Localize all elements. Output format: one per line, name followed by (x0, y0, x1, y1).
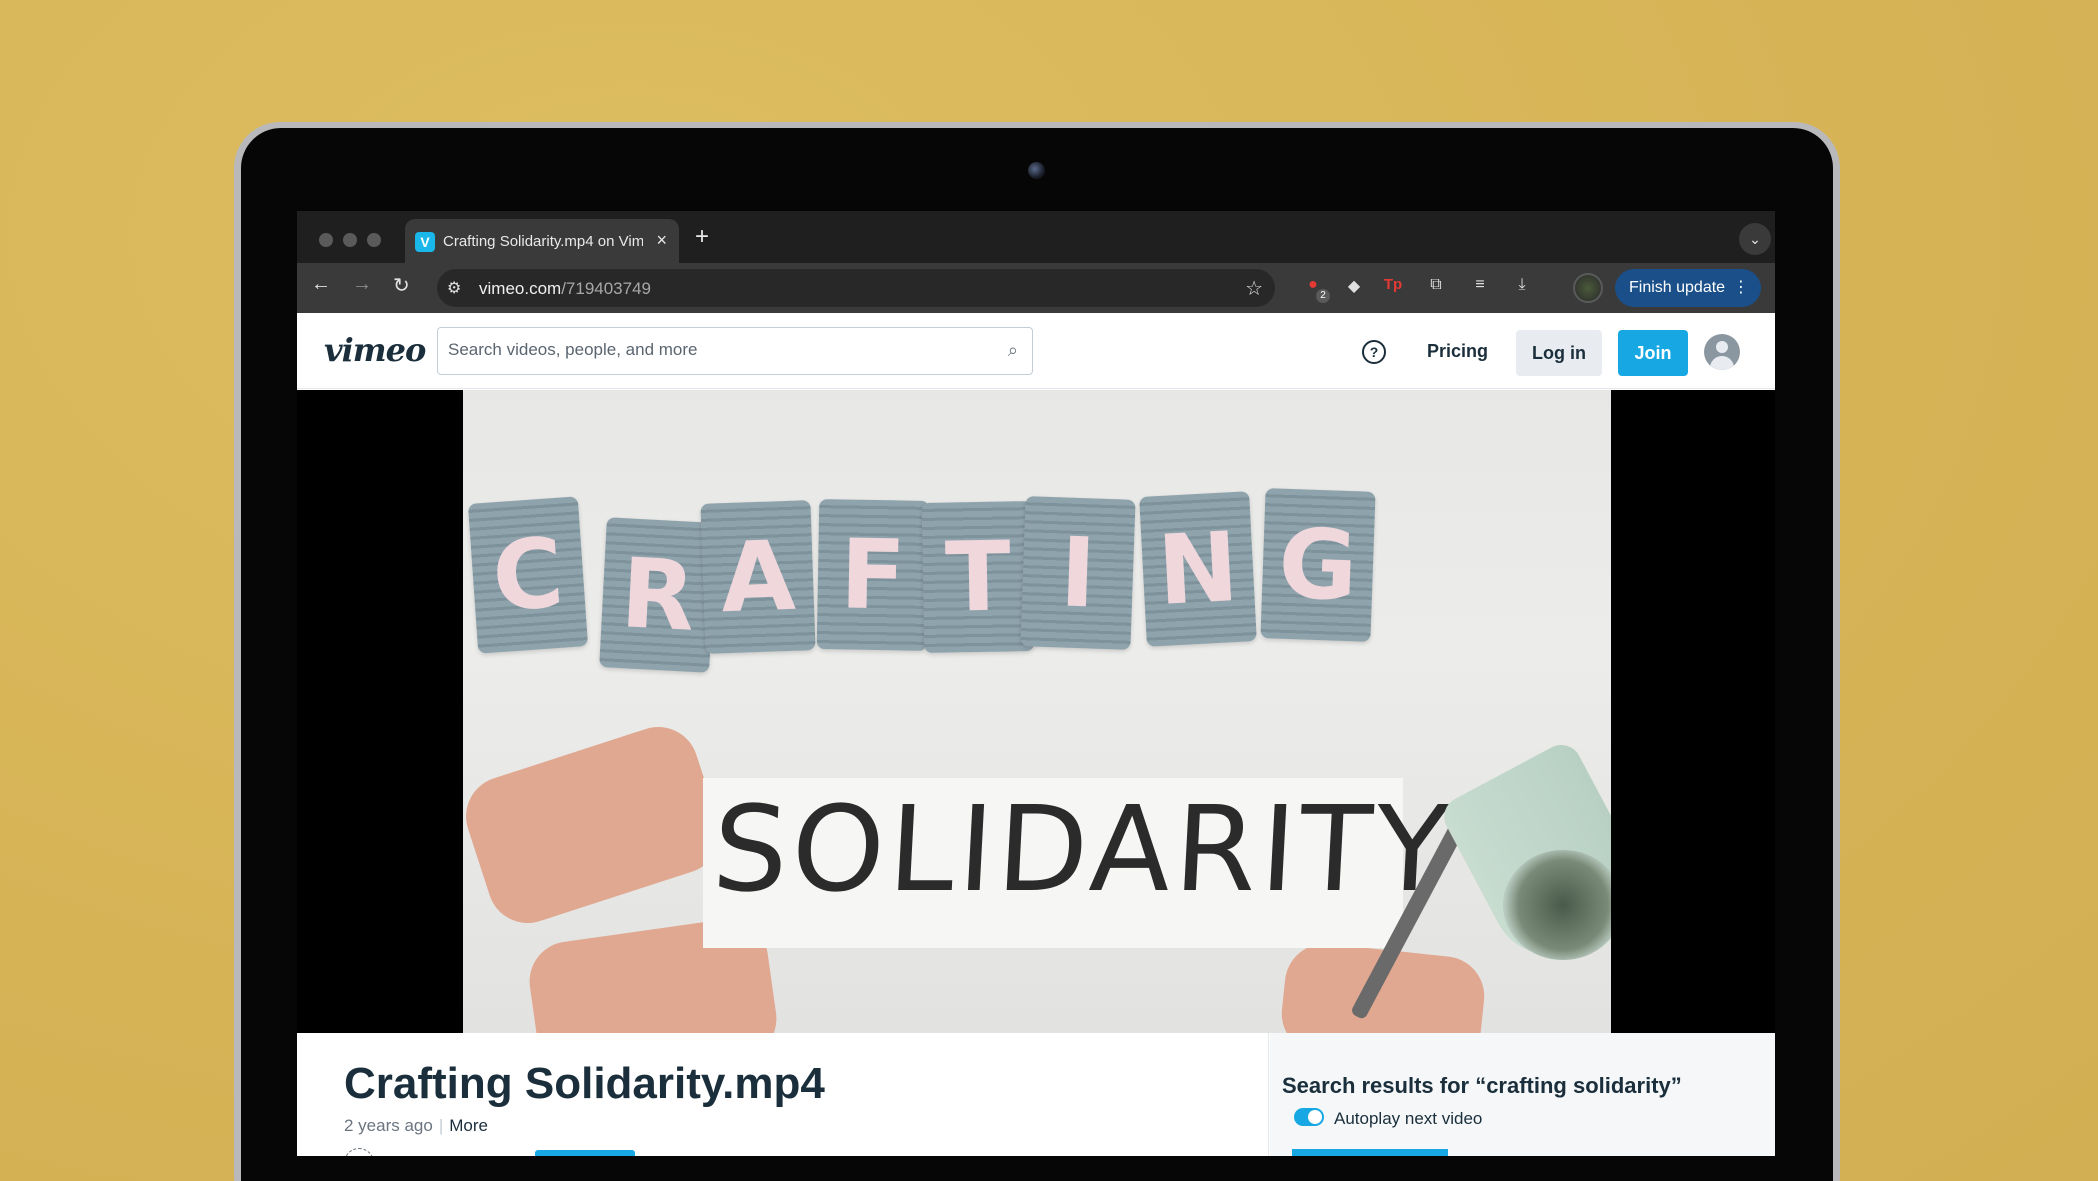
profile-avatar[interactable] (1573, 273, 1603, 303)
crochet-letter-glyph: G (1276, 507, 1360, 623)
browser-toolbar: ← → ↻ ⚙ vimeo.com/719403749 ☆ ● 2 ◆ Tp ⧉… (297, 263, 1775, 313)
extension-puzzle-ticket-icon[interactable]: ◆ (1343, 276, 1365, 298)
autoplay-toggle[interactable] (1294, 1108, 1324, 1126)
autoplay-label: Autoplay next video (1334, 1109, 1483, 1128)
search-icon[interactable]: ⌕ (1008, 340, 1018, 361)
url-host: vimeo.com (479, 279, 562, 298)
meta-divider: | (438, 1116, 444, 1135)
crochet-letter-glyph: T (944, 520, 1012, 634)
site-info-icon[interactable]: ⚙ (447, 278, 461, 298)
browser-tab-active[interactable]: V Crafting Solidarity.mp4 on Vimeo × (405, 219, 679, 263)
window-zoom-dot[interactable] (367, 233, 381, 247)
url-text[interactable]: vimeo.com/719403749 (479, 279, 651, 299)
user-account-icon[interactable] (1704, 334, 1740, 370)
crochet-letter-f: F (816, 499, 930, 651)
crochet-letter-glyph: R (618, 537, 698, 653)
back-arrow-icon[interactable]: ← (311, 273, 331, 296)
new-tab-icon[interactable]: + (695, 223, 709, 251)
video-title: Crafting Solidarity.mp4 (344, 1059, 825, 1108)
forward-arrow-icon[interactable]: → (352, 273, 372, 296)
tab-title: Crafting Solidarity.mp4 on Vimeo (443, 233, 643, 250)
vimeo-header: vimeo ⌕ ? Pricing Log in Join (297, 313, 1775, 389)
login-button[interactable]: Log in (1516, 330, 1602, 376)
tab-search-chevron-icon[interactable]: ⌄ (1739, 223, 1771, 255)
crochet-letter-glyph: I (1058, 516, 1098, 630)
webcam (1028, 162, 1045, 179)
video-info: Crafting Solidarity.mp4 2 years ago | More (297, 1033, 1269, 1156)
video-meta: 2 years ago | More (344, 1116, 488, 1136)
crochet-letter-glyph: N (1154, 510, 1242, 628)
pricing-link[interactable]: Pricing (1427, 341, 1488, 362)
crochet-letter-glyph: A (718, 519, 798, 635)
window-close-dot[interactable] (319, 233, 333, 247)
creator-avatar[interactable] (344, 1148, 374, 1156)
follow-button[interactable] (535, 1150, 635, 1156)
browser-tab-bar: V Crafting Solidarity.mp4 on Vimeo × + ⌄ (297, 211, 1775, 263)
address-bar[interactable]: ⚙ vimeo.com/719403749 ☆ (437, 269, 1275, 307)
video-age: 2 years ago (344, 1116, 433, 1135)
url-path: /719403749 (561, 279, 652, 298)
extension-tp-icon[interactable]: Tp (1382, 276, 1404, 298)
more-vertical-icon[interactable]: ⋮ (1733, 269, 1749, 307)
crochet-letter-t: T (921, 501, 1035, 653)
crochet-letter-glyph: F (839, 518, 907, 632)
tab-close-icon[interactable]: × (656, 230, 667, 251)
video-frame[interactable]: CRAFTING SOLIDARITY (463, 390, 1611, 1033)
window-minimize-dot[interactable] (343, 233, 357, 247)
download-icon[interactable]: ⤓ (1511, 276, 1533, 298)
laptop-screen: V Crafting Solidarity.mp4 on Vimeo × + ⌄… (297, 211, 1775, 1156)
search-results-sidebar: Search results for “crafting solidarity”… (1270, 1033, 1775, 1156)
crochet-letter-g: G (1260, 488, 1376, 642)
video-details-section: Crafting Solidarity.mp4 2 years ago | More… (297, 1033, 1775, 1156)
vimeo-search-box[interactable]: ⌕ (437, 327, 1033, 375)
left-hand (463, 716, 731, 934)
search-input[interactable] (448, 340, 988, 360)
video-player[interactable]: CRAFTING SOLIDARITY (297, 390, 1775, 1033)
more-link[interactable]: More (449, 1116, 488, 1135)
crochet-letter-n: N (1139, 491, 1257, 647)
vimeo-favicon-icon: V (415, 232, 435, 252)
extension-badge: 2 (1316, 289, 1330, 303)
join-button[interactable]: Join (1618, 330, 1688, 376)
crochet-letter-i: I (1020, 496, 1136, 650)
finish-update-button[interactable]: Finish update ⋮ (1615, 269, 1761, 307)
results-title: Search results for “crafting solidarity” (1282, 1073, 1682, 1098)
crochet-letter-r: R (599, 517, 717, 673)
crochet-letter-c: C (467, 496, 589, 654)
extensions-puzzle-icon[interactable]: ⧉ (1425, 276, 1447, 298)
bookmark-star-icon[interactable]: ☆ (1245, 276, 1263, 301)
finish-update-label: Finish update (1629, 279, 1726, 296)
paint-cup-opening (1503, 850, 1611, 960)
help-icon[interactable]: ? (1362, 340, 1386, 364)
result-thumbnail[interactable] (1292, 1149, 1448, 1156)
crochet-letter-a: A (700, 500, 816, 654)
media-queue-icon[interactable]: ≡ (1469, 276, 1491, 298)
reload-icon[interactable]: ↻ (393, 273, 410, 298)
crochet-letter-glyph: C (488, 516, 568, 634)
painted-word: SOLIDARITY (709, 780, 1456, 918)
vimeo-logo[interactable]: vimeo (324, 331, 426, 369)
